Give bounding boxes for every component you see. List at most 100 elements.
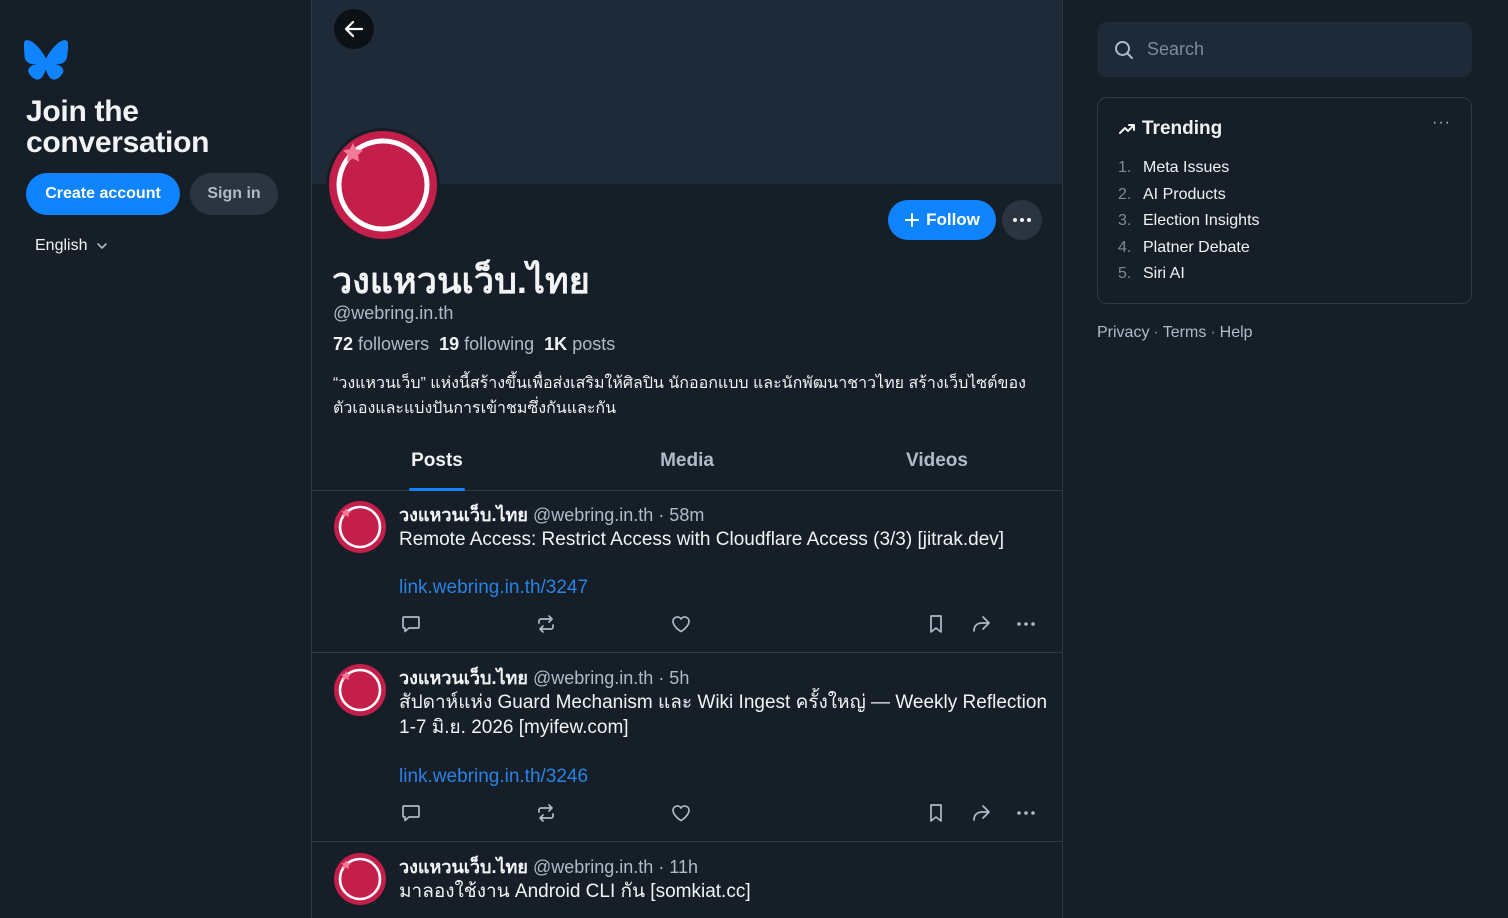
sign-in-button[interactable]: Sign in xyxy=(190,173,278,215)
reply-icon xyxy=(402,805,420,822)
post-more-button[interactable] xyxy=(1014,612,1038,636)
trending-item[interactable]: 5. Siri AI xyxy=(1118,261,1260,288)
trending-item[interactable]: 3. Election Insights xyxy=(1118,208,1260,235)
post-handle[interactable]: @webring.in.th xyxy=(533,505,653,525)
language-label: English xyxy=(35,237,88,254)
profile-display-name: วงแหวนเว็บ.ไทย xyxy=(332,260,590,301)
post-author[interactable]: วงแหวนเว็บ.ไทย xyxy=(399,857,528,877)
trending-rank: 4. xyxy=(1118,238,1132,256)
share-button[interactable] xyxy=(969,612,993,636)
tab-videos[interactable]: Videos xyxy=(812,440,1062,490)
posts-label: posts xyxy=(572,334,616,354)
post-more-button[interactable] xyxy=(1014,801,1038,825)
plus-icon xyxy=(905,213,920,227)
trending-up-icon xyxy=(1119,124,1135,134)
post-time: · 11h xyxy=(658,857,699,877)
arrow-left-icon xyxy=(344,20,364,38)
following-count: 19 xyxy=(439,334,460,354)
trending-panel: Trending ··· 1. Meta Issues 2. AI Products… xyxy=(1097,97,1472,304)
trending-item[interactable]: 4. Platner Debate xyxy=(1118,235,1260,262)
footer-separator: · xyxy=(1210,324,1216,341)
post-handle[interactable]: @webring.in.th xyxy=(533,668,653,688)
following-label: following xyxy=(464,334,535,354)
profile-avatar[interactable] xyxy=(326,128,440,242)
ring-logo-icon xyxy=(336,138,430,232)
trending-more-button[interactable]: ··· xyxy=(1432,114,1451,132)
trending-rank: 3. xyxy=(1118,212,1132,229)
trending-title: Trending xyxy=(1142,118,1223,139)
post-actions xyxy=(399,612,1039,636)
profile-more-button[interactable] xyxy=(1002,200,1042,240)
trending-header: Trending xyxy=(1118,118,1222,140)
bookmark-button[interactable] xyxy=(924,612,948,636)
posts-count: 1K xyxy=(544,334,568,354)
ellipsis-icon xyxy=(1013,218,1031,222)
tab-media[interactable]: Media xyxy=(562,440,812,490)
reply-icon xyxy=(402,616,420,633)
bookmark-button[interactable] xyxy=(924,801,948,825)
profile-handle: @webring.in.th xyxy=(333,303,454,323)
post-author[interactable]: วงแหวนเว็บ.ไทย xyxy=(399,505,528,525)
trending-label: Siri AI xyxy=(1143,265,1185,282)
like-button[interactable] xyxy=(669,612,693,636)
post-avatar[interactable] xyxy=(334,664,386,716)
trending-label: Meta Issues xyxy=(1143,159,1230,176)
search-input[interactable] xyxy=(1147,39,1447,60)
post-avatar[interactable] xyxy=(334,501,386,553)
repost-button[interactable] xyxy=(534,612,558,636)
post-item[interactable]: วงแหวนเว็บ.ไทย @webring.in.th · 5h สัปดา… xyxy=(312,654,1062,842)
footer-separator: · xyxy=(1153,324,1159,341)
profile-bio: “วงแหวนเว็บ” แห่งนี้สร้างขึ้นเพื่อส่งเสร… xyxy=(333,375,1026,417)
bookmark-icon xyxy=(930,615,942,633)
profile-stats: 72 followers 19 following 1K posts xyxy=(333,334,615,355)
join-title: Join the conversation xyxy=(26,95,210,159)
trending-label: Platner Debate xyxy=(1143,238,1250,256)
back-button[interactable] xyxy=(334,9,374,49)
trending-label: Election Insights xyxy=(1143,212,1260,229)
reply-button[interactable] xyxy=(399,612,423,636)
butterfly-icon[interactable] xyxy=(24,40,68,80)
help-link[interactable]: Help xyxy=(1220,324,1253,342)
post-author[interactable]: วงแหวนเว็บ.ไทย xyxy=(399,668,528,688)
share-icon xyxy=(973,616,990,632)
ellipsis-icon xyxy=(1017,811,1035,815)
trending-rank: 2. xyxy=(1118,185,1132,203)
heart-icon xyxy=(672,805,690,822)
create-account-button[interactable]: Create account xyxy=(26,173,180,215)
following-stat[interactable]: 19 following xyxy=(439,334,534,355)
privacy-link[interactable]: Privacy xyxy=(1097,324,1149,342)
post-item[interactable]: วงแหวนเว็บ.ไทย @webring.in.th · 58m Remo… xyxy=(312,491,1062,653)
post-text: มาลองใช้งาน Android CLI กัน [somkiat.cc] xyxy=(399,881,751,902)
trending-rank: 1. xyxy=(1118,159,1132,176)
heart-icon xyxy=(672,616,690,633)
post-link[interactable]: link.webring.in.th/3246 xyxy=(399,766,588,788)
post-header: วงแหวนเว็บ.ไทย @webring.in.th · 11h xyxy=(399,852,698,881)
profile-column: Follow วงแหวนเว็บ.ไทย @webring.in.th 72 … xyxy=(311,0,1063,918)
followers-stat[interactable]: 72 followers xyxy=(333,334,429,355)
search-icon xyxy=(1115,40,1133,59)
repost-button[interactable] xyxy=(534,801,558,825)
share-button[interactable] xyxy=(969,801,993,825)
follow-button[interactable]: Follow xyxy=(888,200,996,240)
tab-posts[interactable]: Posts xyxy=(312,440,562,491)
bookmark-icon xyxy=(930,804,942,822)
trending-label: AI Products xyxy=(1143,185,1226,203)
post-item[interactable]: วงแหวนเว็บ.ไทย @webring.in.th · 11h มาลอ… xyxy=(312,843,1062,918)
trending-item[interactable]: 2. AI Products xyxy=(1118,182,1260,209)
trending-item[interactable]: 1. Meta Issues xyxy=(1118,155,1260,182)
followers-label: followers xyxy=(358,334,430,354)
like-button[interactable] xyxy=(669,801,693,825)
post-link[interactable]: link.webring.in.th/3247 xyxy=(399,577,588,599)
post-avatar[interactable] xyxy=(334,853,386,905)
search-bar[interactable] xyxy=(1097,22,1472,77)
left-sidebar: Join the conversation Create account Sig… xyxy=(0,0,311,918)
ellipsis-icon xyxy=(1017,622,1035,626)
post-handle[interactable]: @webring.in.th xyxy=(533,857,653,877)
reply-button[interactable] xyxy=(399,801,423,825)
followers-count: 72 xyxy=(333,334,354,354)
ring-logo-icon xyxy=(338,505,382,549)
language-selector[interactable]: English xyxy=(35,237,109,255)
post-time: · 5h xyxy=(658,668,690,688)
terms-link[interactable]: Terms xyxy=(1163,324,1207,342)
ring-logo-icon xyxy=(338,668,382,712)
